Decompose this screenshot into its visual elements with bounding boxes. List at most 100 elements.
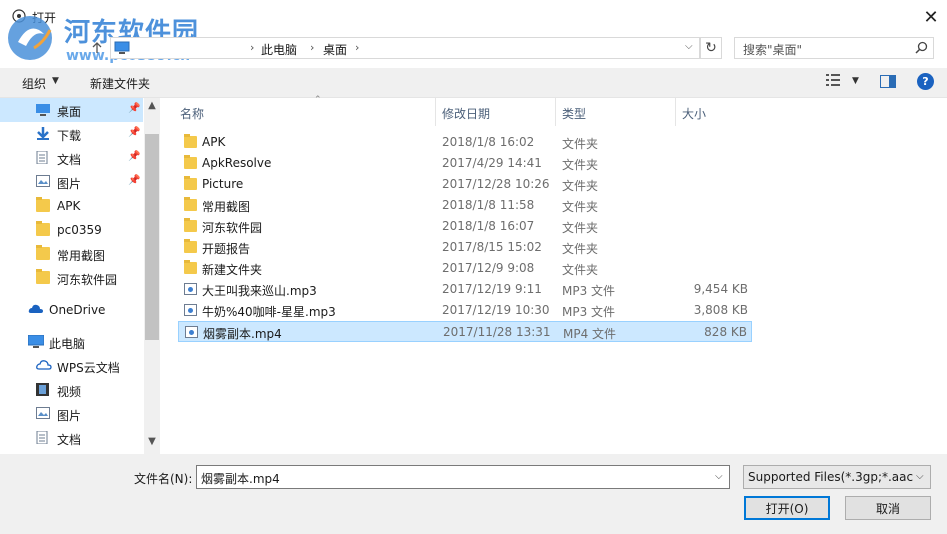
nav-item-label: 此电脑 xyxy=(49,337,86,351)
nav-item-pictures[interactable]: 图片 📌 xyxy=(0,170,143,194)
breadcrumb-desktop[interactable]: 桌面 xyxy=(323,41,347,58)
new-folder-button[interactable]: 新建文件夹 xyxy=(90,75,150,92)
file-row[interactable]: 新建文件夹 2017/12/9 9:08 文件夹 xyxy=(178,258,752,279)
file-row[interactable]: 河东软件园 2018/1/8 16:07 文件夹 xyxy=(178,216,752,237)
nav-item-label: 视频 xyxy=(57,385,82,399)
file-type: 文件夹 xyxy=(562,179,599,193)
column-header-label: 修改日期 xyxy=(442,107,491,121)
nav-item-label: 下载 xyxy=(57,129,82,143)
pin-icon[interactable]: 📌 xyxy=(128,103,140,114)
nav-item-label: 河东软件园 xyxy=(57,273,118,287)
caret-down-icon[interactable]: ▼ xyxy=(852,76,859,86)
nav-item-wps-cloud[interactable]: WPS云文档 xyxy=(0,354,143,378)
file-row-selected[interactable]: 烟雾副本.mp4 2017/11/28 13:31 MP4 文件 828 KB xyxy=(178,321,752,342)
nav-item-onedrive[interactable]: OneDrive xyxy=(0,298,143,322)
file-row[interactable]: ApkResolve 2017/4/29 14:41 文件夹 xyxy=(178,153,752,174)
nav-item-apk[interactable]: APK xyxy=(0,194,143,218)
pin-icon[interactable]: 📌 xyxy=(128,151,140,162)
nav-item-pictures-2[interactable]: 图片 xyxy=(0,402,143,426)
file-type-filter[interactable]: Supported Files(*.3gp;*.aac;* ⌵ xyxy=(743,465,931,489)
column-header-type[interactable]: 类型 xyxy=(556,98,676,126)
help-icon[interactable]: ? xyxy=(917,73,934,90)
filename-label: 文件名(N): xyxy=(134,472,193,486)
folder-icon xyxy=(36,245,50,260)
search-input[interactable]: 搜索"桌面" xyxy=(734,37,934,59)
view-options-icon[interactable] xyxy=(826,74,842,90)
search-icon[interactable] xyxy=(915,41,928,58)
chevron-down-icon[interactable]: ⌵ xyxy=(916,471,924,482)
file-name: 开题报告 xyxy=(202,242,251,256)
folder-icon xyxy=(184,239,197,253)
file-type: 文件夹 xyxy=(562,158,599,172)
file-row[interactable]: 常用截图 2018/1/8 11:58 文件夹 xyxy=(178,195,752,216)
column-header-date[interactable]: 修改日期 xyxy=(436,98,556,126)
file-date: 2017/12/19 9:11 xyxy=(442,282,542,296)
refresh-button[interactable]: ↻ xyxy=(700,37,722,59)
nav-item-label: OneDrive xyxy=(49,303,106,317)
scroll-up-icon[interactable]: ▲ xyxy=(144,100,160,111)
nav-item-label: 文档 xyxy=(57,153,82,167)
command-bar: 组织 ▼ 新建文件夹 ▼ ? xyxy=(0,68,947,98)
audio-file-icon xyxy=(184,304,197,316)
video-icon xyxy=(36,383,50,396)
preview-pane-icon[interactable] xyxy=(880,75,896,88)
file-name: 烟雾副本.mp4 xyxy=(203,327,282,341)
cancel-button[interactable]: 取消 xyxy=(845,496,931,520)
video-file-icon xyxy=(185,326,198,338)
document-icon xyxy=(36,150,50,165)
breadcrumb-this-pc[interactable]: 此电脑 xyxy=(261,41,297,58)
pin-icon[interactable]: 📌 xyxy=(128,127,140,138)
breadcrumb-separator[interactable]: › xyxy=(310,41,314,54)
file-name: 新建文件夹 xyxy=(202,263,263,277)
open-button[interactable]: 打开(O) xyxy=(744,496,830,520)
file-date: 2017/8/15 15:02 xyxy=(442,240,542,254)
file-date: 2017/11/28 13:31 xyxy=(443,325,551,339)
column-header-size[interactable]: 大小 xyxy=(676,98,752,126)
column-header-name[interactable]: 名称 ⌃ xyxy=(174,95,436,126)
address-bar[interactable]: › 此电脑 › 桌面 › ⌵ xyxy=(110,37,700,59)
close-button[interactable]: ✕ xyxy=(917,6,945,28)
download-icon xyxy=(36,127,50,140)
file-type: MP3 文件 xyxy=(562,305,616,319)
file-date: 2017/12/19 10:30 xyxy=(442,303,550,317)
organize-button[interactable]: 组织 xyxy=(22,75,46,92)
scroll-down-icon[interactable]: ▼ xyxy=(144,436,160,447)
pin-icon[interactable]: 📌 xyxy=(128,175,140,186)
file-list: 名称 ⌃ 修改日期 类型 大小 APK 2018/1/8 16:02 文件夹 A… xyxy=(160,95,947,454)
nav-item-label: 文档 xyxy=(57,433,82,447)
nav-item-desktop[interactable]: 桌面 📌 xyxy=(0,98,143,122)
file-type: MP3 文件 xyxy=(562,284,616,298)
nav-item-label: APK xyxy=(57,199,81,213)
nav-item-this-pc[interactable]: 此电脑 xyxy=(0,330,143,354)
breadcrumb-separator[interactable]: › xyxy=(250,41,254,54)
file-row[interactable]: 牛奶%40咖啡-星星.mp3 2017/12/19 10:30 MP3 文件 3… xyxy=(178,300,752,321)
chevron-down-icon[interactable]: ⌵ xyxy=(715,471,723,482)
nav-item-pc0359[interactable]: pc0359 xyxy=(0,218,143,242)
nav-item-documents[interactable]: 文档 📌 xyxy=(0,146,143,170)
nav-item-label: 桌面 xyxy=(57,105,82,119)
picture-icon xyxy=(36,407,50,420)
folder-icon xyxy=(36,221,50,236)
breadcrumb-separator[interactable]: › xyxy=(355,41,359,54)
nav-item-downloads[interactable]: 下载 📌 xyxy=(0,122,143,146)
file-row[interactable]: 大王叫我来巡山.mp3 2017/12/19 9:11 MP3 文件 9,454… xyxy=(178,279,752,300)
file-name: 河东软件园 xyxy=(202,221,263,235)
scroll-thumb[interactable] xyxy=(145,134,159,340)
chevron-down-icon[interactable]: ⌵ xyxy=(685,41,693,52)
file-name: 大王叫我来巡山.mp3 xyxy=(202,284,317,298)
up-arrow-icon[interactable] xyxy=(88,38,106,58)
file-row[interactable]: 开题报告 2017/8/15 15:02 文件夹 xyxy=(178,237,752,258)
filename-input[interactable]: 烟雾副本.mp4 ⌵ xyxy=(196,465,730,489)
folder-icon xyxy=(184,176,197,190)
nav-item-screenshots[interactable]: 常用截图 xyxy=(0,242,143,266)
file-name: 常用截图 xyxy=(202,200,251,214)
nav-item-videos[interactable]: 视频 xyxy=(0,378,143,402)
file-row[interactable]: APK 2018/1/8 16:02 文件夹 xyxy=(178,132,752,153)
sort-ascending-icon: ⌃ xyxy=(314,95,322,105)
nav-item-documents-2[interactable]: 文档 xyxy=(0,426,143,450)
caret-down-icon[interactable]: ▼ xyxy=(52,76,59,86)
folder-icon xyxy=(184,197,197,211)
nav-scrollbar[interactable]: ▲ ▼ xyxy=(144,98,160,454)
file-row[interactable]: Picture 2017/12/28 10:26 文件夹 xyxy=(178,174,752,195)
nav-item-hedong[interactable]: 河东软件园 xyxy=(0,266,143,290)
